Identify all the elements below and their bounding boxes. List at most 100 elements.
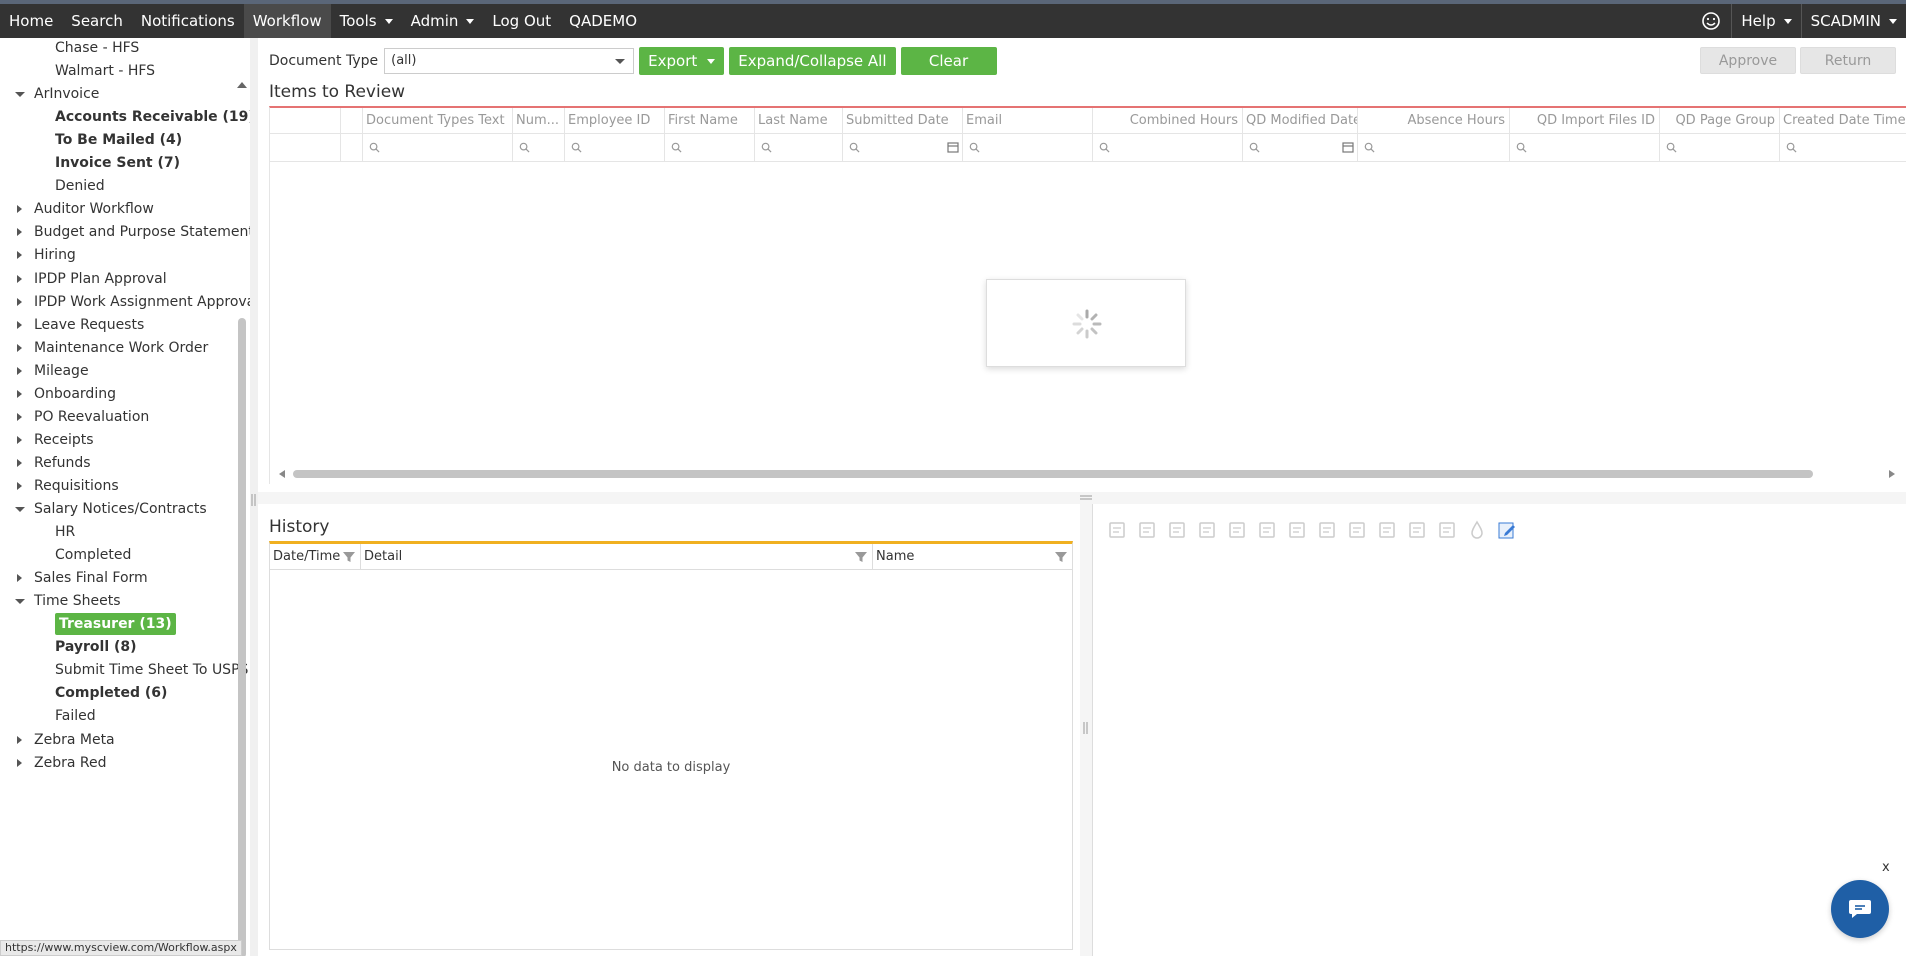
- history-header-row: Date/Time Detail Name: [270, 544, 1072, 570]
- zoom-out-icon[interactable]: [1195, 518, 1219, 542]
- grid-scroll-thumb[interactable]: [293, 470, 1813, 478]
- chat-bubble-icon[interactable]: [1831, 880, 1889, 938]
- items-to-review-title: Items to Review: [269, 82, 406, 102]
- stamp-icon[interactable]: [1435, 518, 1459, 542]
- scroll-left-icon[interactable]: [279, 470, 285, 478]
- grid-filter-input[interactable]: [664, 134, 754, 162]
- user-menu[interactable]: SCADMIN: [1800, 4, 1906, 38]
- nav-item-home[interactable]: Home: [0, 4, 62, 38]
- nav-item-admin[interactable]: Admin: [402, 4, 484, 38]
- expand-collapse-button[interactable]: Expand/Collapse All: [729, 47, 896, 75]
- edit-note-icon[interactable]: [1495, 518, 1519, 542]
- grid-filter-input[interactable]: [564, 134, 664, 162]
- filter-icon[interactable]: [342, 550, 356, 564]
- scroll-up-icon[interactable]: [237, 82, 247, 88]
- grid-filter-input[interactable]: [1242, 134, 1357, 162]
- grid-filter-input[interactable]: [1357, 134, 1509, 162]
- approve-button[interactable]: Approve: [1700, 47, 1796, 74]
- sidebar-item-label: Zebra Red: [34, 755, 107, 771]
- viewer-toolbar: [1105, 518, 1519, 542]
- grid-col-absence-hours[interactable]: Absence Hours: [1357, 108, 1509, 134]
- grid-col-employee-id[interactable]: Employee ID: [564, 108, 664, 134]
- grid-col-combined-hours[interactable]: Combined Hours: [1092, 108, 1242, 134]
- nav-item-notifications[interactable]: Notifications: [132, 4, 244, 38]
- filter-icon[interactable]: [1054, 550, 1068, 564]
- grid-filter-input[interactable]: [1509, 134, 1659, 162]
- rectangle-icon[interactable]: [1375, 518, 1399, 542]
- grid-col-email[interactable]: Email: [962, 108, 1092, 134]
- fit-page-icon[interactable]: [1225, 518, 1249, 542]
- print-icon[interactable]: [1135, 518, 1159, 542]
- return-button[interactable]: Return: [1800, 47, 1896, 74]
- grid-col-first-name[interactable]: First Name: [664, 108, 754, 134]
- grid-col-last-name[interactable]: Last Name: [754, 108, 842, 134]
- grid-col-qd-import-files-id[interactable]: QD Import Files ID: [1509, 108, 1659, 134]
- sidebar-scroll-thumb[interactable]: [238, 318, 246, 956]
- history-col-detail[interactable]: Detail: [360, 544, 960, 570]
- history-grid: Date/Time Detail Name No data to display: [269, 541, 1073, 950]
- collapsed-triangle-icon[interactable]: [14, 749, 26, 777]
- nav-item-log-out[interactable]: Log Out: [483, 4, 560, 38]
- rotate-right-icon[interactable]: [1285, 518, 1309, 542]
- sidebar-item-label: Time Sheets: [34, 593, 121, 609]
- grid-filter-input[interactable]: [1092, 134, 1242, 162]
- grid-col-submitted-date[interactable]: Submitted Date: [842, 108, 962, 134]
- redact-icon[interactable]: [1465, 518, 1489, 542]
- grid-filter-input[interactable]: [842, 134, 962, 162]
- grid-filter-input[interactable]: [962, 134, 1092, 162]
- grid-filter-input[interactable]: [512, 134, 564, 162]
- sidebar-item-label: Hiring: [34, 247, 76, 263]
- sidebar-item-label: Salary Notices/Contracts: [34, 501, 207, 517]
- sidebar-scrollbar[interactable]: [236, 80, 248, 956]
- history-col-name[interactable]: Name: [872, 544, 1072, 570]
- grid-col-document-types-text[interactable]: Document Types Text: [362, 108, 512, 134]
- sidebar-item-label: Completed (6): [55, 685, 168, 701]
- nav-item-search[interactable]: Search: [62, 4, 132, 38]
- grid-filter-input[interactable]: [362, 134, 512, 162]
- grid-col-qd-modified-date-ti[interactable]: QD Modified Date Ti...: [1242, 108, 1357, 134]
- sidebar-item-label: Submit Time Sheet To USPS: [55, 662, 249, 678]
- sidebar-item-zebra-red[interactable]: Zebra Red: [0, 749, 106, 777]
- clear-button[interactable]: Clear: [900, 47, 997, 75]
- nav-item-qademo[interactable]: QADEMO: [560, 4, 646, 38]
- grid-col-num[interactable]: Num...: [512, 108, 564, 134]
- sidebar-item-label: Sales Final Form: [34, 570, 148, 586]
- chevron-down-icon: [615, 59, 626, 64]
- add-page-icon[interactable]: [1105, 518, 1129, 542]
- grid-col-created-date-time[interactable]: Created Date Time: [1779, 108, 1906, 134]
- horizontal-splitter[interactable]: [258, 492, 1906, 504]
- grid-filter-input[interactable]: [1659, 134, 1779, 162]
- grid-filter-input[interactable]: [1779, 134, 1906, 162]
- search-icon: [369, 142, 380, 153]
- grid-horizontal-scrollbar[interactable]: [269, 466, 1906, 482]
- nav-item-workflow[interactable]: Workflow: [243, 4, 331, 38]
- sidebar-item-label: Completed: [55, 547, 132, 563]
- smiley-face-icon[interactable]: [1691, 4, 1731, 38]
- calendar-icon[interactable]: [947, 141, 959, 153]
- grid-col-qd-page-group[interactable]: QD Page Group: [1659, 108, 1779, 134]
- nav-item-tools[interactable]: Tools: [331, 4, 402, 38]
- sidebar-item-label: Requisitions: [34, 478, 119, 494]
- document-type-select[interactable]: (all): [384, 48, 635, 74]
- sidebar-item-label: IPDP Work Assignment Approval: [34, 294, 250, 310]
- sidebar-splitter[interactable]: [250, 38, 258, 956]
- chat-close-button[interactable]: x: [1882, 860, 1890, 875]
- help-menu[interactable]: Help: [1731, 4, 1800, 38]
- grid-blank-header: [270, 108, 340, 134]
- flip-icon[interactable]: [1315, 518, 1339, 542]
- chevron-down-icon: [1889, 19, 1897, 24]
- history-title: History: [269, 517, 330, 537]
- calendar-icon[interactable]: [1342, 141, 1354, 153]
- highlight-icon[interactable]: [1345, 518, 1369, 542]
- scroll-right-icon[interactable]: [1889, 470, 1895, 478]
- zoom-in-icon[interactable]: [1165, 518, 1189, 542]
- grid-header-row: Document Types Text Num... Employee ID Firs…: [270, 108, 1906, 134]
- vertical-splitter[interactable]: [1080, 504, 1092, 956]
- export-button[interactable]: Export: [639, 47, 725, 75]
- loading-panel: [986, 279, 1186, 367]
- rotate-left-icon[interactable]: [1255, 518, 1279, 542]
- filter-icon[interactable]: [854, 550, 868, 564]
- grid-filter-input[interactable]: [754, 134, 842, 162]
- text-icon[interactable]: [1405, 518, 1429, 542]
- sidebar-item-label: Denied: [55, 178, 105, 194]
